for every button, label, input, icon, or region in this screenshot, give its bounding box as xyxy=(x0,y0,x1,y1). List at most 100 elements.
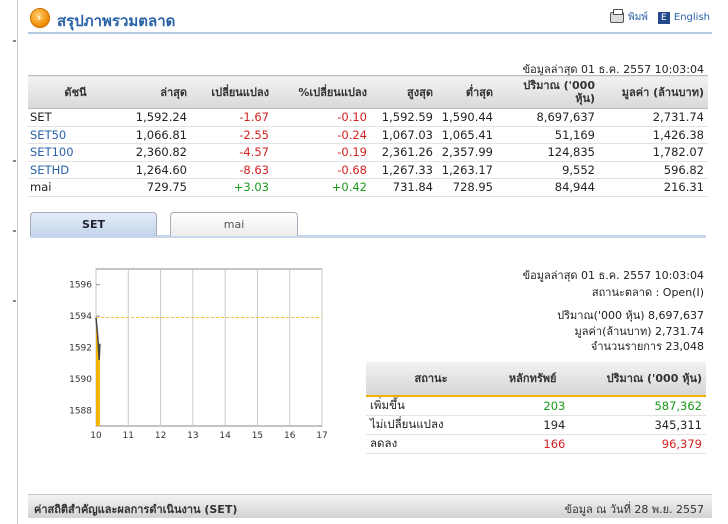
table-row[interactable]: SET100 2,360.82 -4.57 -0.19 2,361.26 2,357.99… xyxy=(28,143,708,162)
table-header-row: ดัชนี ล่าสุด เปลี่ยนแปลง %เปลี่ยนแปลง สู… xyxy=(28,75,708,109)
index-last: 1,264.60 xyxy=(123,161,191,179)
col-header-volume: ปริมาณ ('000 หุ้น) xyxy=(497,75,599,109)
rail-tick xyxy=(13,160,16,162)
rail-tick xyxy=(13,40,16,42)
index-name[interactable]: SET50 xyxy=(28,126,123,144)
x-tick-label: 13 xyxy=(187,431,198,440)
info-timestamp: ข้อมูลล่าสุด 01 ธ.ค. 2557 10:03:04 xyxy=(522,269,704,282)
breadth-volume: 96,379 xyxy=(569,434,706,454)
y-tick-label: 1594 xyxy=(69,312,92,322)
index-high: 1,267.33 xyxy=(371,161,437,179)
english-label: English xyxy=(673,12,710,23)
breadth-count: 166 xyxy=(496,434,570,454)
index-value: 2,731.74 xyxy=(599,108,708,127)
rail-tick xyxy=(13,230,16,232)
tab-mai[interactable]: mai xyxy=(170,212,298,236)
index-value: 216.31 xyxy=(599,178,708,197)
x-tick-label: 17 xyxy=(316,431,327,440)
page-title: สรุปภาพรวมตลาด xyxy=(57,12,176,30)
rail-tick xyxy=(13,300,16,302)
breadth-count: 203 xyxy=(496,396,570,416)
header-divider xyxy=(28,32,712,34)
index-name: SET xyxy=(28,108,123,127)
statistics-date: ข้อมูล ณ วันที่ 28 พ.ย. 2557 xyxy=(564,503,704,516)
breadth-header-row: สถานะ หลักทรัพย์ ปริมาณ ('000 หุ้น) xyxy=(366,362,706,396)
breadth-body: เพิ่มขึ้น 203 587,362 ไม่เปลี่ยนแปลง 194 345,… xyxy=(366,396,706,454)
col-header-low: ต่ำสุด xyxy=(437,75,497,109)
x-tick-label: 12 xyxy=(155,431,166,440)
market-status: สถานะตลาด : Open(I) xyxy=(591,285,704,299)
statistics-title: ค่าสถิติสำคัญและผลการดำเนินงาน (SET) xyxy=(34,503,238,516)
index-change: -4.57 xyxy=(191,143,273,162)
index-pct-change: -0.19 xyxy=(273,143,371,162)
breadth-status: ลดลง xyxy=(366,434,496,454)
breadth-row: เพิ่มขึ้น 203 587,362 xyxy=(366,396,706,416)
english-link[interactable]: E English xyxy=(657,11,710,24)
col-header-index: ดัชนี xyxy=(28,75,123,109)
index-high: 1,067.03 xyxy=(371,126,437,144)
breadth-row: ลดลง 166 96,379 xyxy=(366,434,706,454)
index-last: 729.75 xyxy=(123,178,191,197)
table-row[interactable]: SETHD 1,264.60 -8.63 -0.68 1,267.33 1,263.17 9… xyxy=(28,161,708,179)
index-high: 1,592.59 xyxy=(371,108,437,127)
intraday-chart: 10 11 12 13 14 15 16 17 1596 1594 1592 1590 1588 xyxy=(69,268,328,440)
table-row: mai 729.75 +3.03 +0.42 731.84 728.95 84,944 216… xyxy=(28,178,708,197)
x-tick-label: 10 xyxy=(90,431,102,440)
table-row: SET 1,592.24 -1.67 -0.10 1,592.59 1,590.44 8,6… xyxy=(28,108,708,127)
index-low: 1,065.41 xyxy=(437,126,497,144)
y-tick-label: 1590 xyxy=(69,375,92,385)
index-volume: 124,835 xyxy=(497,143,599,162)
index-high: 731.84 xyxy=(371,178,437,197)
market-info-panel: ข้อมูลล่าสุด 01 ธ.ค. 2557 10:03:04 สถานะ… xyxy=(523,268,704,355)
index-pct-change: -0.10 xyxy=(273,108,371,127)
market-index-table: ดัชนี ล่าสุด เปลี่ยนแปลง %เปลี่ยนแปลง สู… xyxy=(28,75,708,197)
market-breadth-table: สถานะ หลักทรัพย์ ปริมาณ ('000 หุ้น) เพิ่… xyxy=(366,362,706,454)
index-volume: 51,169 xyxy=(497,126,599,144)
index-change: -2.55 xyxy=(191,126,273,144)
index-last: 1,066.81 xyxy=(123,126,191,144)
tab-set[interactable]: SET xyxy=(30,212,157,236)
header-links: พิมพ์ E English xyxy=(610,9,710,25)
statistics-bar: ค่าสถิติสำคัญและผลการดำเนินงาน (SET) ข้อ… xyxy=(28,494,712,518)
breadth-status: ไม่เปลี่ยนแปลง xyxy=(366,415,496,435)
breadth-count: 194 xyxy=(496,415,570,435)
index-last: 1,592.24 xyxy=(123,108,191,127)
index-low: 1,263.17 xyxy=(437,161,497,179)
breadth-col-status: สถานะ xyxy=(366,362,496,396)
breadth-col-securities: หลักทรัพย์ xyxy=(496,362,570,396)
info-volume: ปริมาณ('000 หุ้น) 8,697,637 xyxy=(557,309,704,322)
x-tick-label: 16 xyxy=(284,431,296,440)
index-value: 1,426.38 xyxy=(599,126,708,144)
y-tick-label: 1592 xyxy=(69,344,92,354)
index-pct-change: -0.24 xyxy=(273,126,371,144)
x-tick-label: 15 xyxy=(252,431,263,440)
breadth-row: ไม่เปลี่ยนแปลง 194 345,311 xyxy=(366,415,706,435)
col-header-last: ล่าสุด xyxy=(123,75,191,109)
index-low: 2,357.99 xyxy=(437,143,497,162)
index-volume: 9,552 xyxy=(497,161,599,179)
print-link[interactable]: พิมพ์ xyxy=(610,9,648,25)
breadth-status: เพิ่มขึ้น xyxy=(366,396,496,416)
breadth-col-volume: ปริมาณ ('000 หุ้น) xyxy=(569,362,706,396)
index-volume: 84,944 xyxy=(497,178,599,197)
breadth-volume: 587,362 xyxy=(569,396,706,416)
index-name: mai xyxy=(28,178,123,197)
col-header-high: สูงสุด xyxy=(371,75,437,109)
index-change: -8.63 xyxy=(191,161,273,179)
index-last: 2,360.82 xyxy=(123,143,191,162)
index-name[interactable]: SETHD xyxy=(28,161,123,179)
table-row[interactable]: SET50 1,066.81 -2.55 -0.24 1,067.03 1,065.41 5… xyxy=(28,126,708,144)
market-tabs: SET mai xyxy=(30,212,706,238)
info-trades: จำนวนรายการ 23,048 xyxy=(590,340,704,353)
col-header-pct-change: %เปลี่ยนแปลง xyxy=(273,75,371,109)
index-pct-change: -0.68 xyxy=(273,161,371,179)
x-tick-label: 11 xyxy=(123,431,134,440)
index-high: 2,361.26 xyxy=(371,143,437,162)
page-header: › สรุปภาพรวมตลาด พิมพ์ E English xyxy=(30,6,710,30)
index-change: -1.67 xyxy=(191,108,273,127)
index-name[interactable]: SET100 xyxy=(28,143,123,162)
english-icon: E xyxy=(657,11,670,24)
index-change: +3.03 xyxy=(191,178,273,197)
info-value: มูลค่า(ล้านบาท) 2,731.74 xyxy=(574,324,704,338)
print-label: พิมพ์ xyxy=(628,12,648,23)
